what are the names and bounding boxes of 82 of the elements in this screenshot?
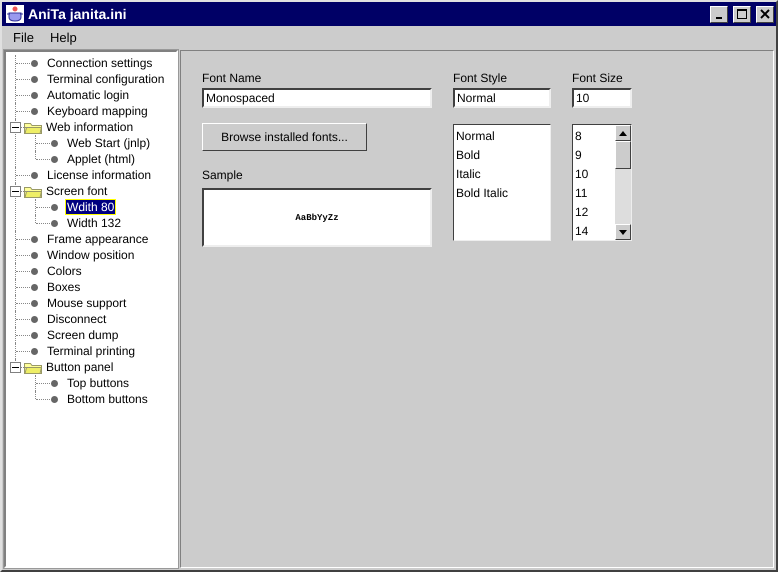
node-icon <box>31 348 38 354</box>
node-icon <box>31 236 38 242</box>
tree-item[interactable]: Bottom buttons <box>66 392 149 406</box>
node-icon <box>31 316 38 322</box>
list-item[interactable]: 14 <box>575 222 613 241</box>
menu-item[interactable]: File <box>5 30 42 44</box>
tree-item[interactable]: Automatic login <box>46 88 130 102</box>
list-item[interactable]: Bold Italic <box>456 184 548 203</box>
up-arrow-icon <box>619 130 627 136</box>
node-icon <box>31 300 38 306</box>
tree-item[interactable]: Terminal printing <box>46 344 136 358</box>
node-icon <box>51 396 58 402</box>
scrollbar[interactable] <box>615 125 631 240</box>
tree-item[interactable]: Connection settings <box>46 56 154 70</box>
node-icon <box>51 204 58 210</box>
tree-item[interactable]: Button panel <box>45 360 114 374</box>
tree-item[interactable]: Keyboard mapping <box>46 104 149 118</box>
node-icon <box>31 268 38 274</box>
node-icon <box>31 92 38 98</box>
list-item[interactable]: Normal <box>456 127 548 146</box>
tree-item[interactable]: Colors <box>46 264 83 278</box>
font-name-field[interactable]: Monospaced <box>202 88 432 108</box>
menu-item[interactable]: Help <box>42 30 85 44</box>
node-icon <box>31 108 38 114</box>
node-icon <box>31 252 38 258</box>
tree-item[interactable]: Boxes <box>46 280 82 294</box>
folder-icon <box>24 120 42 134</box>
tree-item[interactable]: Window position <box>46 248 136 262</box>
tree-item[interactable]: Web Start (jnlp) <box>66 136 152 150</box>
collapse-icon[interactable] <box>10 186 21 197</box>
tree-item[interactable]: Web information <box>45 120 134 134</box>
node-icon <box>31 76 38 82</box>
scroll-up-button[interactable] <box>615 125 631 141</box>
collapse-icon[interactable] <box>10 362 21 373</box>
tree-item[interactable]: Width 132 <box>66 216 122 230</box>
browse-fonts-button[interactable]: Browse installed fonts... <box>202 123 367 151</box>
tree-item[interactable]: Frame appearance <box>46 232 150 246</box>
list-item[interactable]: 8 <box>575 127 613 146</box>
field-label: Font Size <box>572 71 624 85</box>
tree-item[interactable]: Screen dump <box>46 328 120 342</box>
field-label: Font Style <box>453 71 508 85</box>
folder-icon <box>24 184 42 198</box>
node-icon <box>31 172 38 178</box>
scroll-thumb[interactable] <box>615 141 631 169</box>
close-icon <box>760 9 770 19</box>
list-item[interactable]: Italic <box>456 165 548 184</box>
tree-item[interactable]: Wdith 80 <box>66 200 116 214</box>
node-icon <box>51 140 58 146</box>
window-title: AniTa janita.ini <box>28 6 128 22</box>
node-icon <box>31 60 38 66</box>
app-icon <box>6 5 24 23</box>
minimize-button[interactable] <box>710 6 728 22</box>
list-item[interactable]: 12 <box>575 203 613 222</box>
field-label: Font Name <box>202 71 262 85</box>
maximize-icon <box>737 9 747 19</box>
node-icon <box>31 284 38 290</box>
scroll-down-button[interactable] <box>615 224 631 240</box>
tree-item[interactable]: Mouse support <box>46 296 128 310</box>
tree-item[interactable]: License information <box>46 168 152 182</box>
list-item[interactable]: Bold <box>456 146 548 165</box>
close-button[interactable] <box>756 6 774 22</box>
node-icon <box>51 220 58 226</box>
tree-item[interactable]: Applet (html) <box>66 152 136 166</box>
field-label: Sample <box>202 168 244 182</box>
maximize-button[interactable] <box>733 6 751 22</box>
list-item[interactable]: 11 <box>575 184 613 203</box>
node-icon <box>31 332 38 338</box>
sample-text: AaBbYyZz <box>295 212 339 222</box>
list-item[interactable]: 10 <box>575 165 613 184</box>
font-style-field[interactable]: Normal <box>453 88 551 108</box>
tree-item[interactable]: Screen font <box>45 184 108 198</box>
node-icon <box>51 156 58 162</box>
list-item[interactable]: 9 <box>575 146 613 165</box>
folder-icon <box>24 360 42 374</box>
tree-item[interactable]: Terminal configuration <box>46 72 166 86</box>
tree-item[interactable]: Disconnect <box>46 312 108 326</box>
font-size-field[interactable]: 10 <box>572 88 632 108</box>
minimize-icon <box>716 16 722 18</box>
node-icon <box>51 380 58 386</box>
down-arrow-icon <box>619 230 627 234</box>
collapse-icon[interactable] <box>10 122 21 133</box>
tree-item[interactable]: Top buttons <box>66 376 130 390</box>
